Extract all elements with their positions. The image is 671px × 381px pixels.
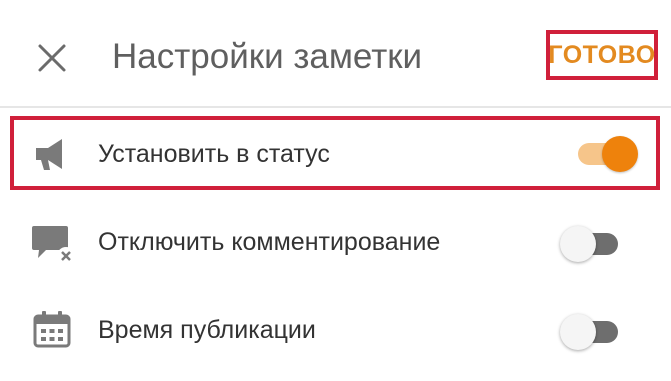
megaphone-icon [28,130,76,178]
calendar-icon [28,306,76,354]
done-button[interactable]: ГОТОВО [546,30,658,80]
setting-row-publication-time[interactable]: Время публикации [0,292,671,368]
setting-label: Отключить комментирование [98,228,441,256]
close-button[interactable] [30,36,74,80]
setting-row-disable-comments[interactable]: Отключить комментирование [0,204,671,280]
toggle-thumb [602,136,638,172]
done-button-label: ГОТОВО [548,40,656,69]
setting-label: Установить в статус [98,140,330,168]
page-title: Настройки заметки [112,37,423,76]
close-icon [38,44,66,72]
set-status-toggle[interactable] [574,134,638,174]
comment-off-icon [28,218,76,266]
toolbar: Настройки заметки ГОТОВО [0,0,671,105]
disable-comments-toggle[interactable] [560,224,624,264]
toggle-thumb [560,226,596,262]
note-settings-screen: Настройки заметки ГОТОВО Установить в ст… [0,0,671,381]
setting-label: Время публикации [98,316,316,344]
setting-row-set-status[interactable]: Установить в статус [0,116,671,192]
toggle-thumb [560,314,596,350]
publication-time-toggle[interactable] [560,312,624,352]
header-divider [0,106,671,108]
